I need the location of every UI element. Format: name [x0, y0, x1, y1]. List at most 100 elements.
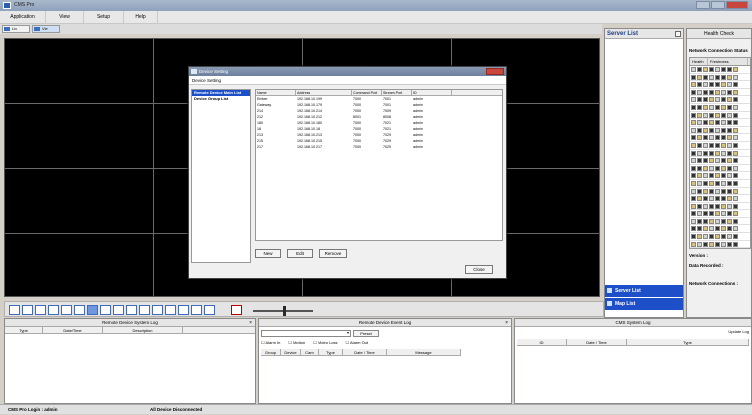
status-indicator-icon: [715, 234, 720, 240]
status-indicator-icon: [703, 135, 708, 141]
status-indicator-icon: [703, 234, 708, 240]
status-indicator-icon: [715, 82, 720, 88]
status-indicator-icon: [733, 173, 738, 179]
status-indicator-icon: [697, 112, 702, 118]
server-list-tab[interactable]: Server List: [605, 285, 683, 297]
layout-grid-icon[interactable]: [100, 305, 111, 315]
minimize-button[interactable]: [696, 1, 710, 9]
layout-grid-icon[interactable]: [178, 305, 189, 315]
health-table-header: Health Freshness: [690, 58, 750, 66]
remove-button[interactable]: Remove: [319, 249, 347, 258]
menu-application[interactable]: Application: [0, 11, 46, 24]
layout-grid-icon[interactable]: [165, 305, 176, 315]
remote-event-log-title: Remote Device Event Log ×: [259, 319, 511, 327]
status-indicator-icon: [715, 120, 720, 126]
layout-grid-icon[interactable]: [48, 305, 59, 315]
status-indicator-icon: [715, 241, 720, 247]
pin-icon[interactable]: [675, 31, 681, 37]
status-indicator-icon: [727, 135, 732, 141]
health-check-title: Health Check: [687, 29, 751, 39]
status-indicator-icon: [703, 158, 708, 164]
status-indicator-icon: [727, 82, 732, 88]
close-button[interactable]: [726, 1, 748, 9]
status-indicator-icon: [691, 142, 696, 148]
video-loss-checkbox[interactable]: ☐ Video Loss: [313, 340, 337, 345]
tab-view[interactable]: Vie: [32, 25, 60, 33]
preset-button[interactable]: Preset: [353, 330, 379, 337]
layout-grid-icon[interactable]: [191, 305, 202, 315]
status-indicator-icon: [733, 241, 738, 247]
table-row[interactable]: 217 192.168.10.217 7000 7029 admin: [256, 144, 502, 150]
status-indicator-icon: [703, 203, 708, 209]
status-indicator-icon: [691, 196, 696, 202]
status-indicator-icon: [715, 135, 720, 141]
layout-grid-icon[interactable]: [22, 305, 33, 315]
dialog-close-button[interactable]: [486, 68, 504, 75]
menu-view[interactable]: View: [46, 11, 84, 24]
status-indicator-icon: [709, 127, 714, 133]
tree-item-group-list[interactable]: Device Group List: [192, 96, 250, 102]
status-indicator-icon: [703, 104, 708, 110]
close-icon[interactable]: ×: [505, 319, 508, 327]
menu-help[interactable]: Help: [124, 11, 158, 24]
health-row: [690, 74, 750, 82]
maximize-button[interactable]: [711, 1, 725, 9]
edit-button[interactable]: Edit: [287, 249, 313, 258]
status-indicator-icon: [697, 120, 702, 126]
record-icon[interactable]: [231, 305, 242, 315]
tab-live[interactable]: Liv: [2, 25, 30, 33]
status-indicator-icon: [697, 104, 702, 110]
status-indicator-icon: [727, 211, 732, 217]
status-indicator-icon: [703, 211, 708, 217]
layout-grid-icon[interactable]: [152, 305, 163, 315]
layout-grid-icon[interactable]: [126, 305, 137, 315]
device-tree: Remote Device Main List Device Group Lis…: [191, 89, 251, 263]
alarm-in-checkbox[interactable]: ☐ Alarm In: [261, 340, 280, 345]
alarm-out-checkbox[interactable]: ☐ Alarm Out: [346, 340, 369, 345]
status-indicator-icon: [727, 218, 732, 224]
health-row: [690, 188, 750, 196]
dialog-close-text-button[interactable]: Close: [465, 265, 493, 274]
status-indicator-icon: [709, 104, 714, 110]
window-controls: [696, 1, 748, 9]
layout-grid-icon[interactable]: [113, 305, 124, 315]
status-indicator-icon: [703, 67, 708, 72]
device-table: Name Address Command Port Stream Port ID…: [255, 89, 503, 241]
layout-grid-icon[interactable]: [204, 305, 215, 315]
close-icon[interactable]: ×: [249, 319, 252, 327]
layout-grid-icon[interactable]: [35, 305, 46, 315]
menu-setup[interactable]: Setup: [84, 11, 124, 24]
version-label: Version :: [689, 253, 709, 258]
motion-checkbox[interactable]: ☐ Motion: [288, 340, 305, 345]
slider-knob[interactable]: [283, 306, 286, 316]
status-indicator-icon: [733, 180, 738, 186]
status-indicator-icon: [703, 142, 708, 148]
status-indicator-icon: [709, 241, 714, 247]
status-indicator-icon: [733, 120, 738, 126]
remote-event-log: Remote Device Event Log × ▾ Preset ☐ Alar…: [258, 318, 512, 404]
update-log-button[interactable]: Update Log: [728, 329, 749, 334]
status-indicator-icon: [709, 97, 714, 103]
layout-grid-icon[interactable]: [87, 305, 98, 315]
status-indicator-icon: [691, 241, 696, 247]
status-indicator-icon: [733, 97, 738, 103]
layout-grid-icon[interactable]: [61, 305, 72, 315]
camera-icon: [4, 27, 10, 31]
status-indicator-icon: [697, 226, 702, 232]
status-indicator-icon: [709, 196, 714, 202]
layout-grid-icon[interactable]: [74, 305, 85, 315]
event-filter-select[interactable]: ▾: [261, 330, 351, 337]
layout-grid-icon[interactable]: [9, 305, 20, 315]
cms-system-log-columns: ID Date / Time Type: [517, 339, 749, 346]
status-indicator-icon: [697, 142, 702, 148]
status-indicator-icon: [691, 97, 696, 103]
status-indicator-icon: [727, 67, 732, 72]
volume-slider[interactable]: [253, 306, 313, 316]
new-button[interactable]: New: [255, 249, 281, 258]
status-indicator-icon: [709, 180, 714, 186]
status-indicator-icon: [697, 67, 702, 72]
layout-grid-icon[interactable]: [139, 305, 150, 315]
server-icon: [607, 288, 612, 293]
map-list-tab[interactable]: Map List: [605, 298, 683, 310]
status-indicator-icon: [703, 74, 708, 80]
